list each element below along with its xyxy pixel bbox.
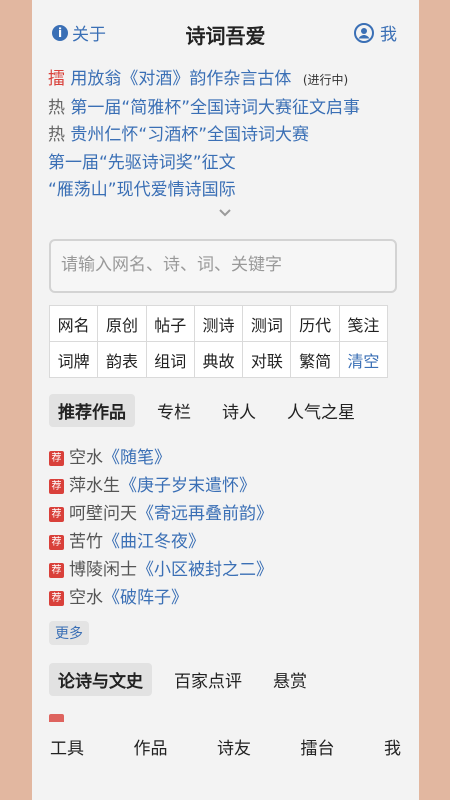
tab-recommended[interactable]: 推荐作品 <box>49 393 135 427</box>
category-test-ci[interactable]: 测词 <box>243 306 292 342</box>
tab-reviews[interactable]: 百家点评 <box>165 663 251 696</box>
recommend-badge: 荐 <box>49 450 64 466</box>
app-screen: i 关于 诗词吾爱 我 擂 用放翁《对酒》韵作杂言古体 (进行中) 热 第一届“… <box>32 0 419 800</box>
recommend-badge: 荐 <box>49 534 64 550</box>
works-list: 荐 空水 《随笔》 荐 萍水生 《庚子岁末遣怀》 荐 呵壁问天 《寄远再叠前韵》… <box>49 444 409 612</box>
recommend-badge: 荐 <box>49 562 64 578</box>
category-cipai[interactable]: 词牌 <box>50 342 99 378</box>
work-title: 《小区被封之二》 <box>137 560 273 580</box>
clear-button[interactable]: 清空 <box>339 342 389 378</box>
category-rhyme-table[interactable]: 韵表 <box>98 342 147 378</box>
category-allusion[interactable]: 典故 <box>194 342 244 378</box>
more-button[interactable]: 更多 <box>49 621 89 645</box>
category-test-poem[interactable]: 测诗 <box>194 306 244 342</box>
author: 博陵闲士 <box>69 560 137 580</box>
news-text: 贵州仁怀“习酒杯”全国诗词大赛 <box>70 125 310 145</box>
top-bar: i 关于 诗词吾爱 我 <box>32 14 419 48</box>
work-title: 《破阵子》 <box>103 588 188 608</box>
tab-popular-stars[interactable]: 人气之星 <box>278 394 364 427</box>
author: 呵壁问天 <box>69 504 137 524</box>
news-item[interactable]: 擂 用放翁《对酒》韵作杂言古体 (进行中) <box>48 66 408 95</box>
list-item[interactable]: 荐 呵壁问天 《寄远再叠前韵》 <box>49 500 409 528</box>
list-item[interactable]: 荐 博陵闲士 《小区被封之二》 <box>49 556 409 584</box>
work-title: 《曲江冬夜》 <box>103 532 205 552</box>
nav-me[interactable]: 我 <box>384 734 401 800</box>
bottom-navigation: 工具 作品 诗友 擂台 我 <box>32 722 419 800</box>
recommend-badge: 荐 <box>49 506 64 522</box>
author: 空水 <box>69 448 103 468</box>
recommend-badge: 荐 <box>49 478 64 494</box>
nav-arena[interactable]: 擂台 <box>301 734 335 800</box>
me-button[interactable]: 我 <box>354 20 397 45</box>
category-annotation[interactable]: 笺注 <box>339 306 389 342</box>
work-title: 《寄远再叠前韵》 <box>137 504 273 524</box>
user-icon <box>354 22 374 43</box>
list-item[interactable]: 荐 萍水生 《庚子岁末遣怀》 <box>49 472 409 500</box>
news-status: (进行中) <box>302 73 349 87</box>
category-posts[interactable]: 帖子 <box>146 306 195 342</box>
list-item[interactable]: 荐 空水 《随笔》 <box>49 444 409 472</box>
news-item[interactable]: 第一届“先驱诗词奖”征文 <box>48 150 408 178</box>
news-tag: 擂 <box>48 69 65 89</box>
chevron-down-icon[interactable] <box>218 206 232 220</box>
author: 苦竹 <box>69 532 103 552</box>
tab-bounty[interactable]: 悬赏 <box>264 663 316 696</box>
search-input[interactable]: 请输入网名、诗、词、关键字 <box>49 239 397 293</box>
nav-friends[interactable]: 诗友 <box>217 734 251 800</box>
author: 萍水生 <box>69 476 120 496</box>
list-item[interactable]: 荐 空水 《破阵子》 <box>49 584 409 612</box>
news-text: 用放翁《对酒》韵作杂言古体 <box>70 69 292 89</box>
category-original[interactable]: 原创 <box>98 306 147 342</box>
category-couplet[interactable]: 对联 <box>243 342 292 378</box>
category-nickname[interactable]: 网名 <box>50 306 99 342</box>
news-tag: 热 <box>48 125 65 145</box>
primary-tabs: 推荐作品 专栏 诗人 人气之星 <box>49 393 377 427</box>
category-word-group[interactable]: 组词 <box>146 342 195 378</box>
news-text: 第一届“先驱诗词奖”征文 <box>48 152 236 173</box>
category-history[interactable]: 历代 <box>291 306 340 342</box>
nav-tools[interactable]: 工具 <box>50 734 84 800</box>
news-tag: 热 <box>48 97 65 118</box>
recommend-badge: 荐 <box>49 590 64 606</box>
nav-works[interactable]: 作品 <box>134 734 168 800</box>
tab-poetry-history[interactable]: 论诗与文史 <box>49 662 152 696</box>
secondary-tabs: 论诗与文史 百家点评 悬赏 <box>49 662 329 696</box>
work-title: 《随笔》 <box>103 448 171 468</box>
news-item[interactable]: 热 贵州仁怀“习酒杯”全国诗词大赛 <box>48 122 408 150</box>
tab-poets[interactable]: 诗人 <box>213 394 265 427</box>
work-title: 《庚子岁末遣怀》 <box>120 476 256 496</box>
category-grid: 网名 原创 帖子 测诗 测词 历代 笺注 词牌 韵表 组词 典故 对联 繁简 清… <box>49 305 389 378</box>
me-label: 我 <box>380 25 397 45</box>
category-traditional-simplified[interactable]: 繁简 <box>291 342 340 378</box>
news-item[interactable]: “雁荡山”现代爱情诗国际 <box>48 177 408 205</box>
list-item[interactable]: 荐 苦竹 《曲江冬夜》 <box>49 528 409 556</box>
news-text: “雁荡山”现代爱情诗国际 <box>48 180 236 200</box>
author: 空水 <box>69 588 103 608</box>
news-item[interactable]: 热 第一届“简雅杯”全国诗词大赛征文启事 <box>48 95 408 123</box>
tab-columns[interactable]: 专栏 <box>148 394 200 427</box>
news-list: 擂 用放翁《对酒》韵作杂言古体 (进行中) 热 第一届“简雅杯”全国诗词大赛征文… <box>48 66 408 205</box>
news-text: 第一届“简雅杯”全国诗词大赛征文启事 <box>70 97 361 118</box>
